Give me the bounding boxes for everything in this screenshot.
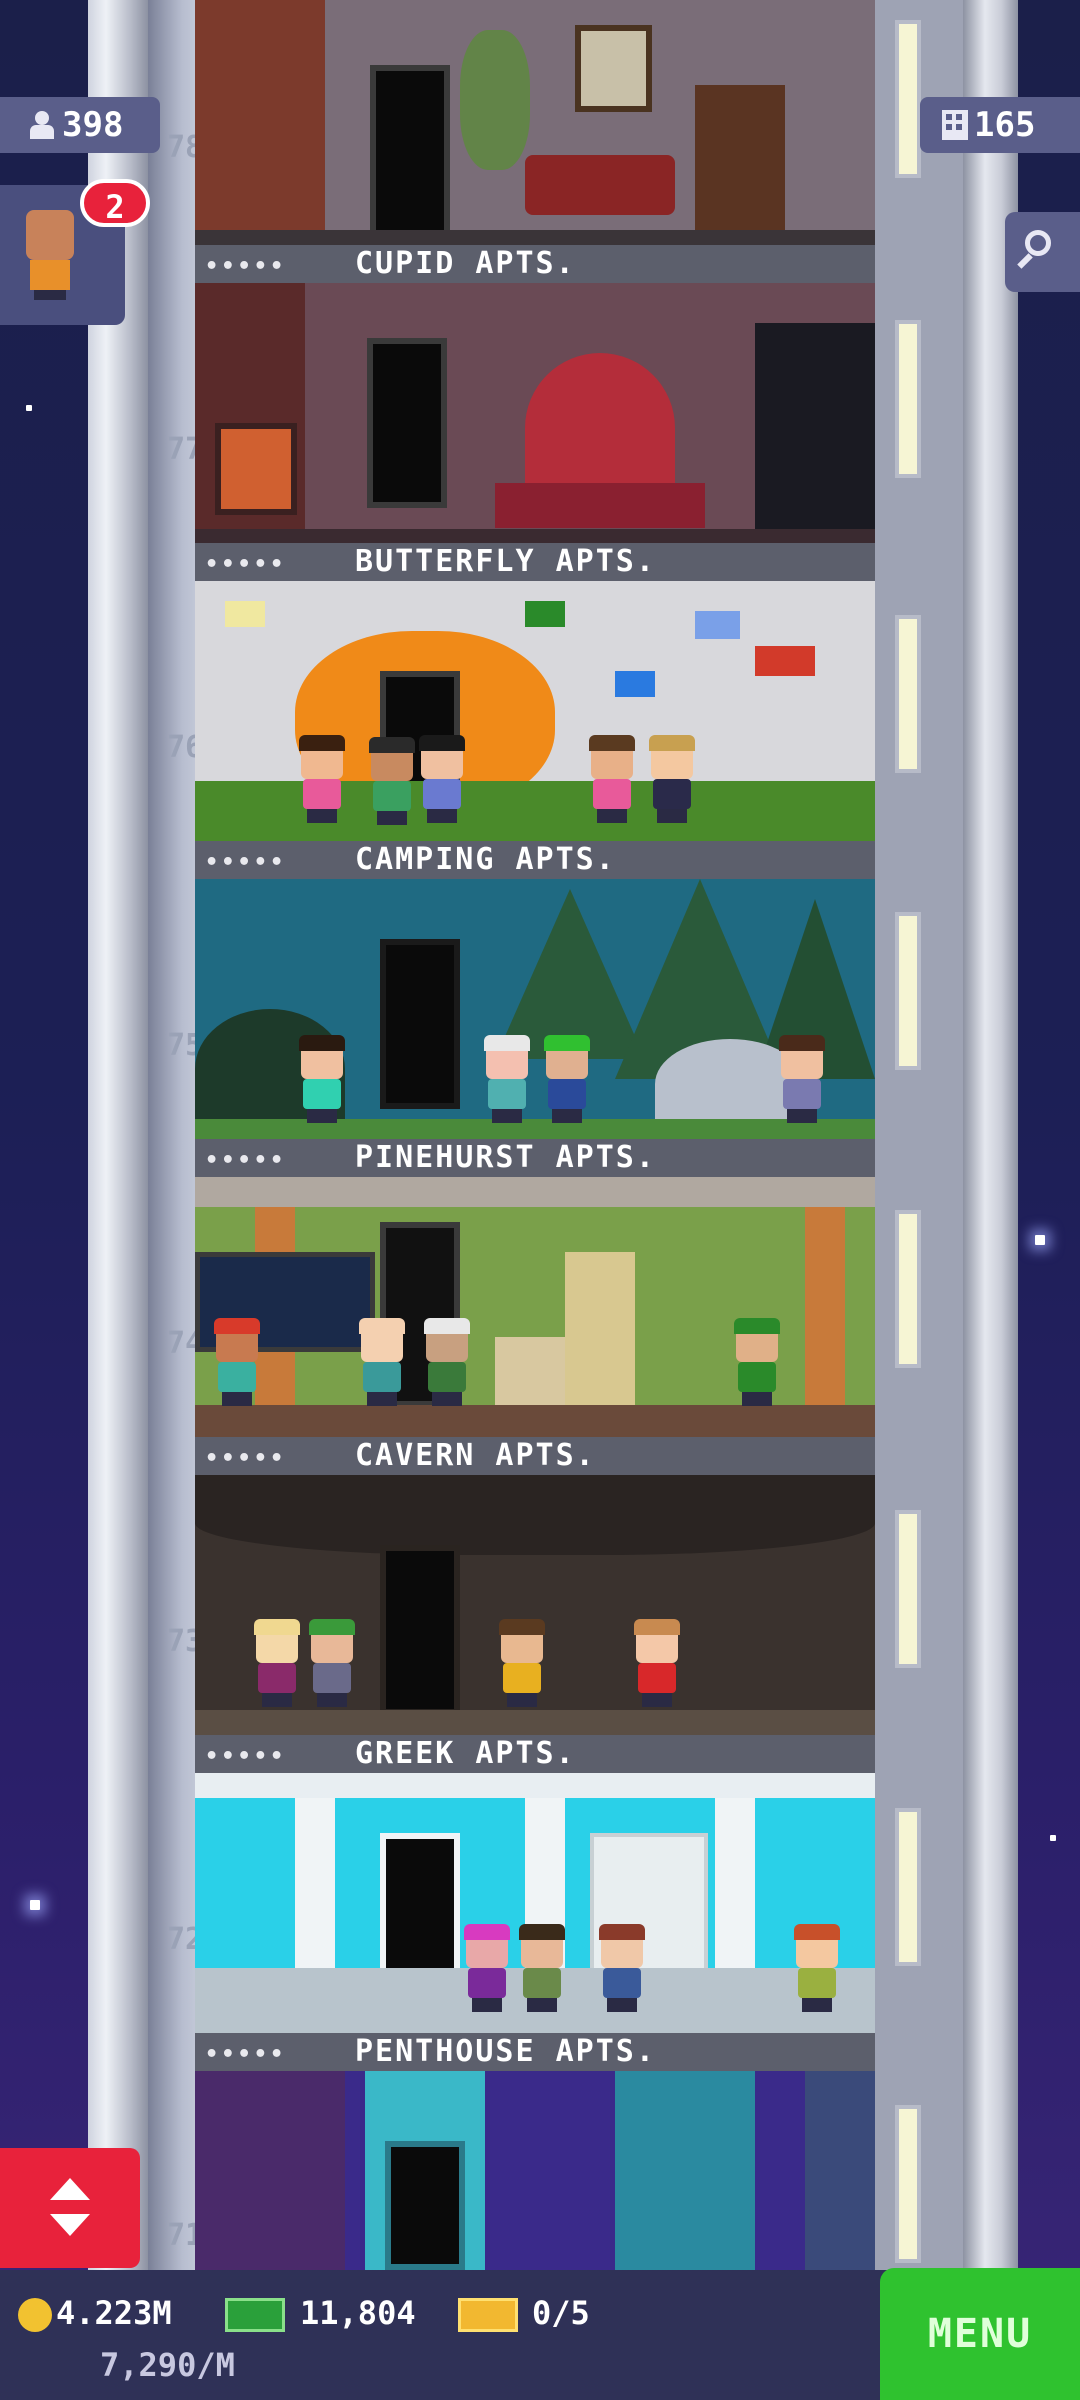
floors-counter[interactable]: 165 bbox=[920, 97, 1080, 153]
floor-cupid[interactable]: ••••• CUPID APTS. bbox=[195, 245, 875, 543]
floor-name: GREEK APTS. bbox=[355, 1736, 576, 1771]
tenant[interactable] bbox=[645, 735, 699, 823]
window-light bbox=[895, 1510, 921, 1668]
rating-dots: ••••• bbox=[205, 254, 287, 279]
tenant[interactable] bbox=[460, 1924, 514, 2012]
tenant[interactable] bbox=[210, 1318, 264, 1406]
window-light bbox=[895, 20, 921, 178]
rating-dots: ••••• bbox=[205, 1446, 287, 1471]
tenant[interactable] bbox=[730, 1318, 784, 1406]
floor-name: CUPID APTS. bbox=[355, 246, 576, 281]
tenant[interactable] bbox=[295, 735, 349, 823]
tower-left-rail bbox=[88, 0, 148, 2270]
star bbox=[26, 405, 32, 411]
floor-name-bar: ••••• GREEK APTS. bbox=[195, 1735, 875, 1773]
rating-dots: ••••• bbox=[205, 552, 287, 577]
tenant[interactable] bbox=[540, 1035, 594, 1123]
window-light bbox=[895, 2105, 921, 2263]
window-light bbox=[895, 912, 921, 1070]
floors-value: 165 bbox=[974, 105, 1036, 145]
floor-butterfly[interactable]: ••••• BUTTERFLY APTS. bbox=[195, 543, 875, 841]
rating-dots: ••••• bbox=[205, 850, 287, 875]
rating-dots: ••••• bbox=[205, 2042, 287, 2067]
population-value: 398 bbox=[62, 105, 124, 145]
tower-right-rail bbox=[963, 0, 1018, 2270]
tenant[interactable] bbox=[365, 737, 419, 825]
floor-name-bar: ••••• CAMPING APTS. bbox=[195, 841, 875, 879]
window-light bbox=[895, 1808, 921, 1966]
tenant[interactable] bbox=[790, 1924, 844, 2012]
search-button[interactable] bbox=[1005, 212, 1080, 292]
bux-icon bbox=[225, 2298, 285, 2332]
tenant[interactable] bbox=[295, 1035, 349, 1123]
star bbox=[1035, 1235, 1045, 1245]
floor-pinehurst[interactable]: ••••• PINEHURST APTS. bbox=[195, 1139, 875, 1437]
elevator-updown-button[interactable] bbox=[0, 2148, 140, 2268]
star bbox=[1050, 1835, 1056, 1841]
floor-name-bar: ••••• BUTTERFLY APTS. bbox=[195, 543, 875, 581]
floor-78-room[interactable] bbox=[195, 0, 875, 245]
floor-penthouse[interactable]: ••••• PENTHOUSE APTS. bbox=[195, 2033, 875, 2270]
floor-name: CAVERN APTS. bbox=[355, 1438, 596, 1473]
star bbox=[30, 1900, 40, 1910]
tenant[interactable] bbox=[775, 1035, 829, 1123]
rating-dots: ••••• bbox=[205, 1148, 287, 1173]
notification-badge: 2 bbox=[80, 179, 150, 227]
search-icon bbox=[1025, 230, 1051, 256]
floor-cavern[interactable]: ••••• CAVERN APTS. bbox=[195, 1437, 875, 1735]
floors-icon bbox=[942, 110, 968, 140]
tenant[interactable] bbox=[420, 1318, 474, 1406]
tenant[interactable] bbox=[480, 1035, 534, 1123]
tenant[interactable] bbox=[630, 1619, 684, 1707]
bitizen-notification-button[interactable]: 2 bbox=[0, 179, 150, 325]
tenant[interactable] bbox=[585, 735, 639, 823]
coin-icon bbox=[18, 2298, 52, 2332]
floor-name: BUTTERFLY APTS. bbox=[355, 544, 656, 579]
floor-name: PINEHURST APTS. bbox=[355, 1140, 656, 1175]
floor-name-bar: ••••• PENTHOUSE APTS. bbox=[195, 2033, 875, 2071]
floor-name: CAMPING APTS. bbox=[355, 842, 616, 877]
floor-name-bar: ••••• CUPID APTS. bbox=[195, 245, 875, 283]
elevator-updown-icon bbox=[50, 2178, 90, 2238]
window-light bbox=[895, 1210, 921, 1368]
avatar bbox=[20, 210, 80, 300]
population-counter[interactable]: 398 bbox=[0, 97, 160, 153]
menu-button[interactable]: MENU bbox=[880, 2268, 1080, 2400]
tenant[interactable] bbox=[595, 1924, 649, 2012]
coin-rate-value: 7,290/M bbox=[100, 2346, 235, 2384]
floor-name-bar: ••••• CAVERN APTS. bbox=[195, 1437, 875, 1475]
tenant[interactable] bbox=[515, 1924, 569, 2012]
coins-value: 4.223M bbox=[56, 2294, 172, 2332]
tenant[interactable] bbox=[415, 735, 469, 823]
tenant[interactable] bbox=[250, 1619, 304, 1707]
tenant[interactable] bbox=[495, 1619, 549, 1707]
window-light bbox=[895, 615, 921, 773]
bux-value: 11,804 bbox=[300, 2294, 416, 2332]
population-icon bbox=[28, 111, 56, 139]
floor-name: PENTHOUSE APTS. bbox=[355, 2034, 656, 2069]
floor-greek[interactable]: ••••• GREEK APTS. bbox=[195, 1735, 875, 2033]
tenant[interactable] bbox=[355, 1318, 409, 1406]
floor-name-bar: ••••• PINEHURST APTS. bbox=[195, 1139, 875, 1177]
floor-camping[interactable]: ••••• CAMPING APTS. bbox=[195, 841, 875, 1139]
window-light bbox=[895, 320, 921, 478]
ticket-icon bbox=[458, 2298, 518, 2332]
tickets-value: 0/5 bbox=[532, 2294, 590, 2332]
tenant[interactable] bbox=[305, 1619, 359, 1707]
rating-dots: ••••• bbox=[205, 1744, 287, 1769]
